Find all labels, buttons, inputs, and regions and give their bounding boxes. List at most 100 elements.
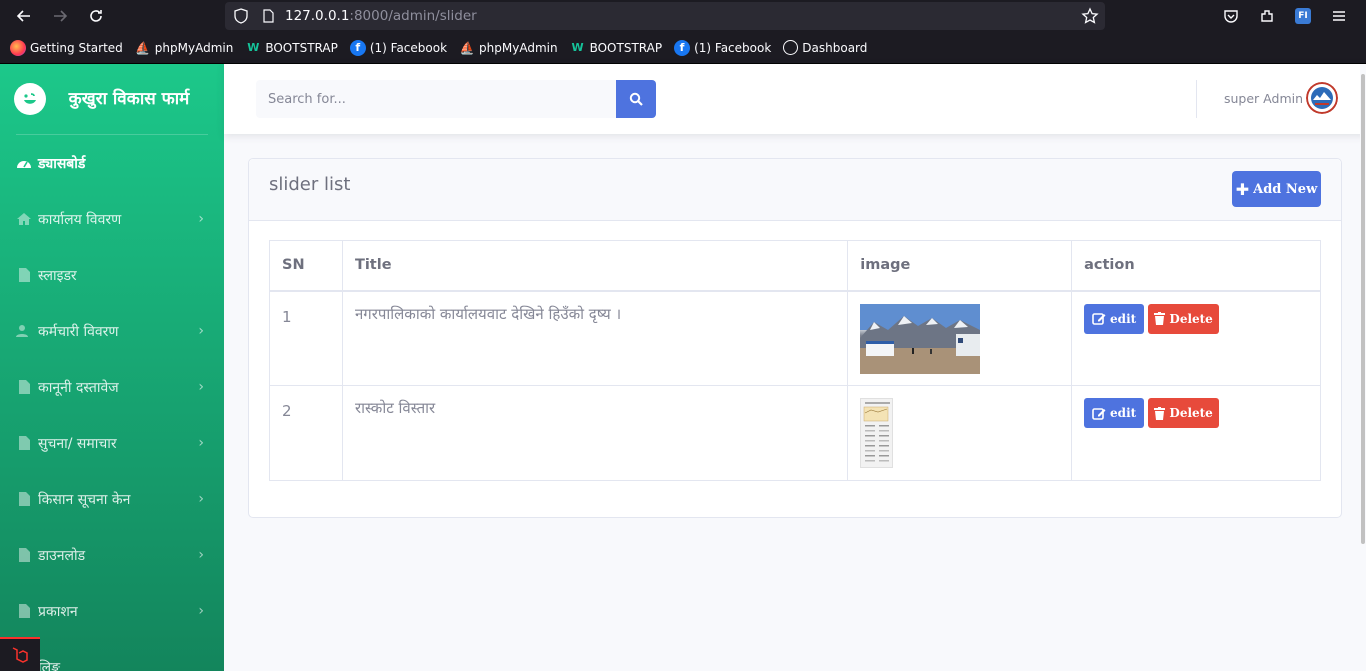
bookmark-item[interactable]: Dashboard xyxy=(783,40,867,55)
slider-table: SN Title image action 1 नगरपालिकाको कार्… xyxy=(269,240,1321,481)
cell-action: edit Delete xyxy=(1071,290,1321,386)
table-row: 1 नगरपालिकाको कार्यालयवाट देखिने हिउँको … xyxy=(269,290,1321,386)
edit-icon xyxy=(1092,407,1106,420)
trash-icon xyxy=(1154,312,1166,325)
cell-image xyxy=(847,290,1073,386)
sidebar-item-label: प्रकाशन xyxy=(38,603,78,620)
file-icon xyxy=(16,436,32,450)
laravel-debugbar-icon[interactable] xyxy=(0,637,40,671)
sidebar-item-dashboard[interactable]: ड्यासबोर्ड xyxy=(0,135,224,191)
file-icon xyxy=(16,548,32,562)
profile-icon[interactable]: FI xyxy=(1294,7,1312,25)
bookmark-label: (1) Facebook xyxy=(369,40,448,55)
search-input[interactable] xyxy=(256,80,616,118)
sidebar-item-label: कार्यालय विवरण xyxy=(38,211,122,228)
sidebar-item-office[interactable]: कार्यालय विवरण › xyxy=(0,191,224,247)
cell-image xyxy=(847,385,1073,481)
cell-title: रास्कोट विस्तार xyxy=(341,385,849,481)
url-path: :8000/admin/slider xyxy=(349,8,477,24)
reload-icon[interactable] xyxy=(84,4,108,28)
sidebar-item-publication[interactable]: प्रकाशन › xyxy=(0,583,224,639)
sidebar-item-legal-docs[interactable]: कानूनी दस्तावेज › xyxy=(0,359,224,415)
sidebar-item-slider[interactable]: स्लाइडर xyxy=(0,247,224,303)
sidebar-item-staff[interactable]: कर्मचारी विवरण › xyxy=(0,303,224,359)
search-button[interactable] xyxy=(616,80,656,118)
bookmark-item[interactable]: Getting Started xyxy=(10,39,123,56)
sidebar-brand[interactable]: कुखुरा विकास फार्म xyxy=(14,64,208,135)
bookmark-label: (1) Facebook xyxy=(694,40,772,55)
page-title: slider list xyxy=(269,174,351,195)
bookmark-label: BOOTSTRAP xyxy=(265,40,338,55)
url-text[interactable]: 127.0.0.1:8000/admin/slider xyxy=(285,8,477,24)
file-icon xyxy=(16,604,32,618)
avatar[interactable] xyxy=(1306,82,1338,114)
add-new-button[interactable]: ✚ Add New xyxy=(1232,171,1321,207)
table-row: 2 रास्कोट विस्तार edit Delete xyxy=(269,385,1321,481)
user-name[interactable]: super Admin xyxy=(1224,91,1303,106)
sidebar-item-label: किसान सूचना केन xyxy=(38,491,131,508)
cell-sn: 1 xyxy=(269,290,343,386)
column-header-action: action xyxy=(1071,240,1321,292)
url-host: 127.0.0.1 xyxy=(285,8,350,24)
edit-label: edit xyxy=(1110,406,1137,420)
bookmark-label: phpMyAdmin xyxy=(479,40,558,55)
bookmark-item[interactable]: f (1) Facebook xyxy=(349,39,448,56)
slider-list-card: slider list ✚ Add New SN Title image acti… xyxy=(248,158,1342,518)
table-header-row: SN Title image action xyxy=(269,240,1321,292)
bookmark-item[interactable]: ⛵ phpMyAdmin xyxy=(459,40,558,56)
file-icon xyxy=(16,268,32,282)
sidebar: कुखुरा विकास फार्म ड्यासबोर्ड कार्यालय व… xyxy=(0,64,224,671)
bookmark-label: BOOTSTRAP xyxy=(589,40,663,55)
bookmark-star-icon[interactable] xyxy=(1081,7,1099,25)
edit-button[interactable]: edit xyxy=(1084,398,1145,428)
phpmyadmin-icon: ⛵ xyxy=(135,40,151,55)
sidebar-item-label: कर्मचारी विवरण xyxy=(38,323,119,340)
facebook-icon: f xyxy=(674,39,691,56)
card-header: slider list ✚ Add New xyxy=(249,159,1341,221)
file-icon xyxy=(16,492,32,506)
bookmark-item[interactable]: W BOOTSTRAP xyxy=(245,40,338,56)
mountain-photo xyxy=(860,303,981,374)
chevron-right-icon: › xyxy=(198,211,204,227)
extensions-icon[interactable] xyxy=(1258,7,1276,25)
edit-button[interactable]: edit xyxy=(1084,303,1145,334)
sidebar-item-label: स्लाइडर xyxy=(38,267,77,284)
sidebar-item-label: डाउनलोड xyxy=(38,547,86,564)
sidebar-item-farmer-info[interactable]: किसान सूचना केन › xyxy=(0,471,224,527)
topbar: super Admin xyxy=(224,64,1366,134)
sidebar-item-label: सुचना/ समाचार xyxy=(38,435,117,452)
facebook-icon: f xyxy=(349,39,366,56)
bootstrap-icon: W xyxy=(571,41,584,54)
column-header-image: image xyxy=(847,240,1073,292)
bookmark-item[interactable]: ⛵ phpMyAdmin xyxy=(135,40,233,56)
chevron-right-icon: › xyxy=(198,323,204,339)
sidebar-item-label: ड्यासबोर्ड xyxy=(38,155,86,172)
firefox-icon xyxy=(10,39,26,56)
bookmarks-bar: Getting Started ⛵ phpMyAdmin W BOOTSTRAP f… xyxy=(0,32,1366,64)
file-icon xyxy=(16,380,32,394)
page-scrollbar[interactable] xyxy=(1360,64,1366,671)
url-bar[interactable]: 127.0.0.1:8000/admin/slider xyxy=(225,2,1105,30)
pocket-icon[interactable] xyxy=(1222,7,1240,25)
delete-button[interactable]: Delete xyxy=(1148,398,1220,428)
scrollbar-thumb[interactable] xyxy=(1361,74,1365,544)
sidebar-item-news[interactable]: सुचना/ समाचार › xyxy=(0,415,224,471)
menu-icon[interactable] xyxy=(1330,7,1348,25)
bookmark-item[interactable]: W BOOTSTRAP xyxy=(570,40,663,56)
plus-icon: ✚ xyxy=(1235,179,1250,199)
sidebar-item-download[interactable]: डाउनलोड › xyxy=(0,527,224,583)
cell-sn: 2 xyxy=(269,385,343,481)
search-icon xyxy=(629,92,643,106)
delete-button[interactable]: Delete xyxy=(1148,303,1220,334)
back-icon[interactable] xyxy=(12,4,36,28)
bookmark-item[interactable]: f (1) Facebook xyxy=(674,39,772,56)
column-header-title: Title xyxy=(341,240,849,292)
chevron-right-icon: › xyxy=(198,603,204,619)
delete-label: Delete xyxy=(1169,406,1213,420)
chevron-right-icon: › xyxy=(198,547,204,563)
document-thumbnail xyxy=(860,398,894,468)
row-actions: edit Delete xyxy=(1084,398,1320,428)
forward-icon[interactable] xyxy=(48,4,72,28)
globe-icon xyxy=(783,40,799,55)
edit-icon xyxy=(1092,312,1106,325)
